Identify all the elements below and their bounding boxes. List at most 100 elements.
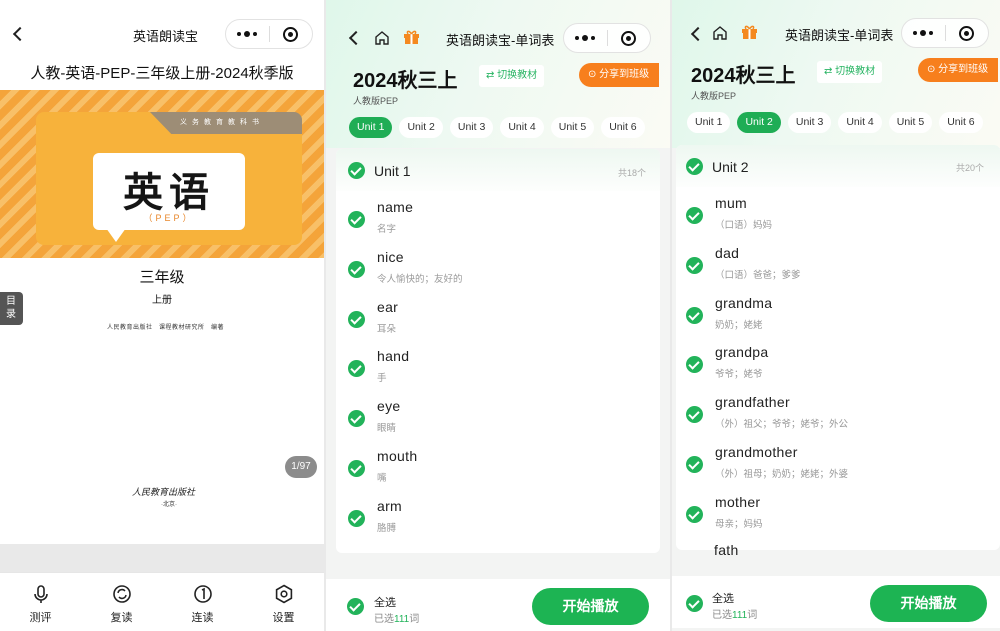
word-meaning: 令人愉快的；友好的 <box>377 273 463 285</box>
toc-button[interactable]: 目录 <box>0 292 23 325</box>
select-all-label[interactable]: 全选 <box>374 594 396 610</box>
word-meaning: 胳膊 <box>377 522 397 534</box>
word-check-icon[interactable] <box>348 360 365 378</box>
unit-tab[interactable]: Unit 5 <box>888 112 933 133</box>
unit-name: Unit 1 <box>374 163 411 179</box>
book-reader-screen: 英语朗读宝 人教-英语-PEP-三年级上册-2024秋季版 义务教育教科书 英语… <box>0 0 324 631</box>
gift-icon[interactable] <box>403 29 420 45</box>
mini-program-capsule <box>901 18 989 48</box>
select-all-check-icon[interactable] <box>686 595 703 612</box>
tab-continuous[interactable]: 连读 <box>162 573 243 631</box>
more-icon[interactable] <box>226 31 269 37</box>
more-icon[interactable] <box>564 35 607 41</box>
unit-tabs: Unit 1 Unit 2 Unit 3 Unit 4 Unit 5 Unit 6 <box>349 117 645 138</box>
word-text: grandmother <box>715 444 798 460</box>
unit-tab[interactable]: Unit 3 <box>787 112 832 133</box>
word-check-icon[interactable] <box>348 410 365 428</box>
unit-tab[interactable]: Unit 5 <box>550 117 595 138</box>
unit-tab[interactable]: Unit 4 <box>838 112 882 133</box>
word-meaning: 耳朵 <box>377 323 397 335</box>
tab-repeat[interactable]: 复读 <box>81 573 162 631</box>
word-text: mother <box>715 493 761 510</box>
select-all-check-icon[interactable] <box>347 598 364 615</box>
unit-tab[interactable]: Unit 6 <box>601 117 645 138</box>
word-list-card: Unit 2 共20个 mum （口语）妈妈 dad （口语）爸爸；爹爹 grandma… <box>676 145 1000 558</box>
tab-assess[interactable]: 测评 <box>0 573 81 631</box>
edition-label: 人教版PEP <box>691 91 737 101</box>
cover-volume: 上册 <box>152 295 172 306</box>
bottom-toolbar: 测评 复读 连读 设置 <box>0 572 324 631</box>
switch-textbook-button[interactable]: ⇄ 切换教材 <box>817 61 883 83</box>
close-circle-icon[interactable] <box>607 30 650 46</box>
book-short-title: 2024秋三上 <box>353 70 458 92</box>
word-check-icon[interactable] <box>686 207 703 224</box>
word-meaning: （口语）妈妈 <box>715 220 773 231</box>
word-check-icon[interactable] <box>686 505 703 523</box>
word-meaning: 手 <box>377 373 387 385</box>
word-count: 共20个 <box>956 163 985 173</box>
continuous-icon <box>193 585 212 603</box>
word-meaning: 爷爷；姥爷 <box>715 369 763 381</box>
word-text: dad <box>715 244 740 261</box>
word-check-icon[interactable] <box>348 460 365 477</box>
share-to-class-button[interactable]: ⊙ 分享到班级 <box>918 58 999 82</box>
word-check-icon[interactable] <box>686 306 703 324</box>
selected-count: 已选111词 <box>712 610 758 621</box>
reader-gap <box>0 544 324 572</box>
start-playback-button[interactable]: 开始播放 <box>870 585 987 622</box>
word-text: mouth <box>377 448 418 464</box>
start-playback-button[interactable]: 开始播放 <box>532 588 649 625</box>
word-text: grandfather <box>715 394 790 411</box>
press-city: ·北京· <box>161 502 177 508</box>
home-icon[interactable] <box>374 30 390 46</box>
repeat-icon <box>112 585 131 603</box>
word-check-icon[interactable] <box>348 260 365 278</box>
unit-check-icon[interactable] <box>348 162 365 179</box>
unit-tab[interactable]: Unit 2 <box>399 117 443 138</box>
tab-label: 连读 <box>191 612 214 624</box>
unit-tab[interactable]: Unit 3 <box>449 117 494 138</box>
page-indicator: 1/97 <box>285 456 317 478</box>
switch-textbook-button[interactable]: ⇄ 切换教材 <box>479 65 545 87</box>
word-check-icon[interactable] <box>686 256 703 274</box>
word-check-icon[interactable] <box>348 211 365 228</box>
word-meaning: 奶奶；姥姥 <box>715 319 763 331</box>
nav-title: 英语朗读宝-单词表 <box>446 33 555 48</box>
back-arrow-icon[interactable] <box>12 26 28 42</box>
gift-icon[interactable] <box>741 24 758 40</box>
mini-program-capsule <box>563 23 651 53</box>
unit-tab[interactable]: Unit 1 <box>349 117 393 138</box>
book-short-title: 2024秋三上 <box>691 65 796 87</box>
unit-check-icon[interactable] <box>686 158 703 175</box>
unit-tab[interactable]: Unit 6 <box>939 112 983 133</box>
word-check-icon[interactable] <box>686 356 703 374</box>
home-icon[interactable] <box>712 25 728 41</box>
more-icon[interactable] <box>902 30 945 36</box>
word-text: name <box>377 199 414 215</box>
cover-publisher-line: 人民教育出版社 课程教材研究所 编著 <box>107 325 225 331</box>
cover-subject: 英语 <box>123 169 215 216</box>
word-meaning: （外）祖父；爷爷；姥爷；外公 <box>715 419 849 431</box>
bottom-bar: 全选 已选111词 开始播放 <box>326 579 670 631</box>
word-check-icon[interactable] <box>686 406 703 424</box>
edition-label: 人教版PEP <box>353 96 399 106</box>
unit-tab[interactable]: Unit 2 <box>737 112 781 133</box>
word-check-icon[interactable] <box>348 310 365 328</box>
word-meaning: 母亲；妈妈 <box>715 518 763 530</box>
word-text: arm <box>377 497 403 514</box>
word-meaning: 名字 <box>377 224 397 235</box>
share-to-class-button[interactable]: ⊙ 分享到班级 <box>579 63 660 87</box>
unit-tab[interactable]: Unit 4 <box>500 117 544 138</box>
nav-bar: 英语朗读宝 <box>0 0 324 66</box>
tab-settings[interactable]: 设置 <box>243 573 324 631</box>
close-circle-icon[interactable] <box>945 25 988 41</box>
word-text: nice <box>377 248 404 265</box>
word-list-screen-unit1: 英语朗读宝-单词表 2024秋三上 ⇄ 切换教材 ⊙ 分享到班级 人教版PEP … <box>326 0 670 631</box>
share-label: 分享到班级 <box>599 69 650 80</box>
word-check-icon[interactable] <box>686 456 703 473</box>
word-check-icon[interactable] <box>348 509 365 527</box>
unit-tab[interactable]: Unit 1 <box>687 112 731 133</box>
word-meaning: 嘴 <box>377 473 387 484</box>
close-circle-icon[interactable] <box>269 26 312 42</box>
select-all-label[interactable]: 全选 <box>712 590 734 606</box>
